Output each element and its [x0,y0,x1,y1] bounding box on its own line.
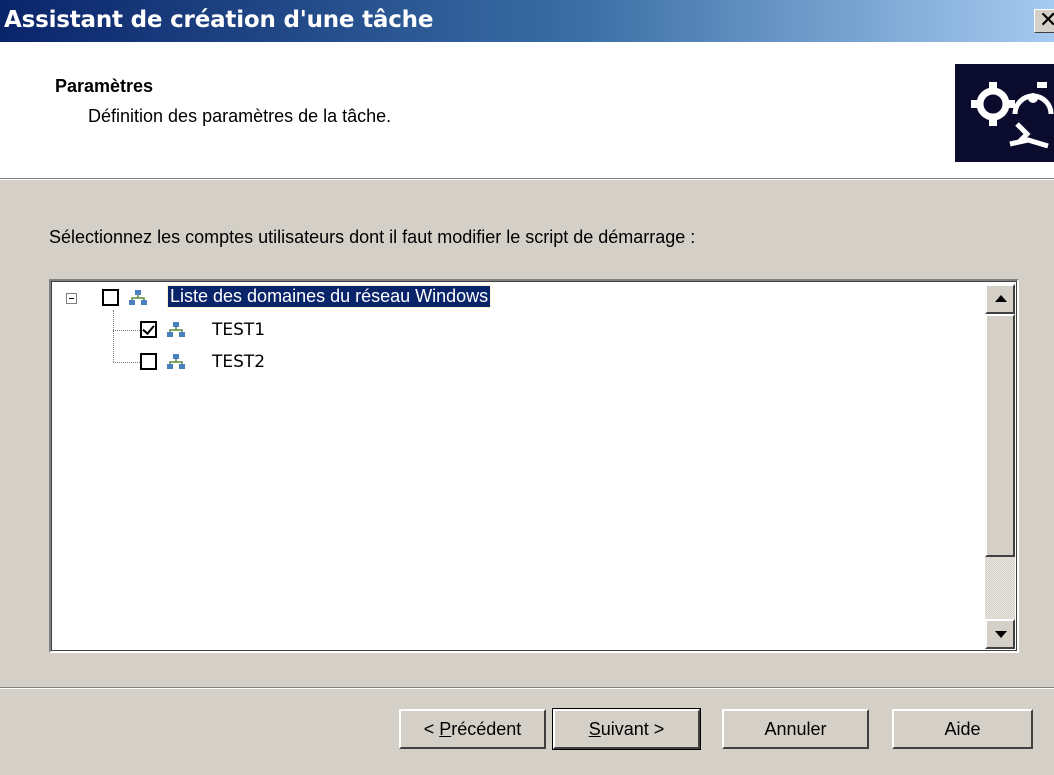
header-divider-highlight [0,179,1054,180]
wizard-header: Paramètres Définition des paramètres de … [0,42,1054,178]
network-icon [167,354,185,369]
network-icon [167,322,185,337]
back-button-prefix: < [423,719,440,739]
footer-divider-highlight [0,688,1054,689]
next-button-mnemonic: S [588,719,601,739]
help-button[interactable]: Aide [892,709,1033,749]
scroll-up-button[interactable] [985,284,1015,314]
back-button-mnemonic: P [439,719,452,739]
page-title: Paramètres [55,76,154,96]
window-title: Assistant de création d'une tâche [4,7,434,33]
close-button[interactable]: ✕ [1034,8,1054,33]
tree-root-item[interactable]: Liste des domaines du réseau Windows [64,285,584,310]
root-checkbox[interactable] [102,289,119,306]
network-icon [129,290,147,305]
next-button-rest: uivant > [600,719,665,739]
tree-connector [113,310,114,362]
vertical-scrollbar[interactable] [985,284,1015,649]
tree-connector [113,330,140,331]
tree-item-label[interactable]: TEST2 [212,352,265,372]
scroll-down-button[interactable] [985,619,1015,649]
collapse-icon[interactable] [66,293,77,304]
test2-checkbox[interactable] [140,353,157,370]
next-button[interactable]: Suivant > [552,708,701,750]
close-icon: ✕ [1039,8,1054,33]
tree-item-test2[interactable]: TEST2 [140,352,340,376]
scroll-thumb[interactable] [985,314,1015,557]
gears-icon [955,64,1054,162]
arrow-up-icon [995,295,1007,302]
test1-checkbox[interactable] [140,321,157,338]
back-button[interactable]: < Précédent [399,709,546,749]
instruction-text: Sélectionnez les comptes utilisateurs do… [49,227,696,247]
title-bar: Assistant de création d'une tâche ✕ [0,0,1054,42]
page-subtitle: Définition des paramètres de la tâche. [88,106,392,126]
arrow-down-icon [995,631,1007,638]
tree-connector [113,362,140,363]
tree-item-label[interactable]: TEST1 [212,320,265,340]
back-button-rest: récédent [451,719,522,739]
cancel-button[interactable]: Annuler [722,709,869,749]
tree-root-label[interactable]: Liste des domaines du réseau Windows [166,285,492,308]
tree-item-test1[interactable]: TEST1 [140,320,340,344]
